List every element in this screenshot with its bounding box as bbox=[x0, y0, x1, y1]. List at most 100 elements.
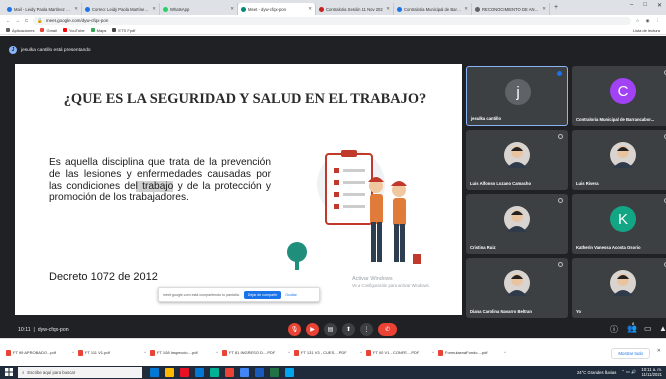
taskbar-app-icon[interactable] bbox=[195, 368, 204, 377]
url-input[interactable]: 🔒 meet.google.com/dyw-cfqx-pon bbox=[33, 16, 631, 25]
participant-avatar: C bbox=[610, 78, 636, 104]
download-filename: FT 81 INGRESO D....PDF bbox=[229, 350, 276, 355]
pdf-file-icon bbox=[438, 349, 443, 356]
presenter-banner: J jesulka cantillo está presentando bbox=[9, 44, 91, 56]
taskbar-app-icon[interactable] bbox=[210, 368, 219, 377]
chevron-up-icon[interactable]: ^ bbox=[504, 350, 506, 355]
tab-6[interactable]: RECONOCIMIENTO DE ANTEC ✕ bbox=[472, 3, 550, 15]
participant-tile[interactable]: C Contraloria Municipal de Barrancabor... bbox=[572, 66, 666, 126]
tab-1[interactable]: Correo: Leidy Paola Martínez B ✕ bbox=[82, 3, 160, 15]
tile-mic-icon bbox=[558, 134, 563, 139]
tab-5[interactable]: Contraloria Municipal de Barran ✕ bbox=[394, 3, 472, 15]
back-icon[interactable]: ← bbox=[6, 18, 11, 23]
weather-status[interactable]: 24°C Grandes lluvias bbox=[577, 370, 616, 375]
taskbar-app-icon[interactable] bbox=[180, 368, 189, 377]
close-tab-icon[interactable]: ✕ bbox=[386, 6, 390, 12]
taskbar-app-icon[interactable] bbox=[225, 368, 234, 377]
participant-name: Cristina Ruiz bbox=[470, 245, 496, 250]
info-icon[interactable]: ⓘ bbox=[610, 324, 618, 335]
clock[interactable]: 10:11 a. m. 11/11/2021 bbox=[641, 367, 662, 377]
activities-icon[interactable]: ▲ bbox=[659, 324, 666, 333]
download-item[interactable]: FT 131 V3 - CUES....PDF ^ bbox=[294, 349, 362, 356]
taskbar-app-icon[interactable] bbox=[270, 368, 279, 377]
profile-icon[interactable]: ◉ bbox=[646, 18, 650, 24]
bookmark-item[interactable]: Maps bbox=[90, 28, 106, 33]
participant-tile[interactable]: Luis Alfonso Lozano Camacho bbox=[466, 130, 568, 190]
chat-icon[interactable]: ▭ bbox=[644, 324, 652, 333]
browser-menu-icon[interactable]: ⋮ bbox=[656, 18, 661, 24]
close-tab-icon[interactable]: ✕ bbox=[464, 6, 468, 12]
participant-tile[interactable]: Cristina Ruiz bbox=[466, 194, 568, 254]
close-tab-icon[interactable]: ✕ bbox=[152, 6, 156, 12]
search-placeholder: Escribe aquí para buscar bbox=[27, 370, 76, 375]
reload-icon[interactable]: C bbox=[25, 18, 28, 23]
taskbar-app-icon[interactable] bbox=[255, 368, 264, 377]
download-item[interactable]: FT 99 APROBADO...pdf ^ bbox=[6, 349, 74, 356]
camera-off-icon[interactable]: ▶ bbox=[306, 323, 319, 336]
meeting-time: 10:11 bbox=[18, 326, 31, 333]
windows-start-icon[interactable] bbox=[5, 368, 13, 376]
chevron-up-icon[interactable]: ^ bbox=[432, 350, 434, 355]
download-item[interactable]: FT 00 V1 - CONFE....PDF ^ bbox=[366, 349, 434, 356]
participant-tile[interactable]: j jesulka cantillo bbox=[466, 66, 568, 126]
people-count-badge: 8 bbox=[632, 321, 635, 326]
reading-list-link[interactable]: Lista de lectura bbox=[633, 28, 660, 33]
safety-illustration bbox=[287, 150, 421, 270]
hide-share-notice-button[interactable]: Ocultar bbox=[285, 293, 297, 297]
close-tab-icon[interactable]: ✕ bbox=[230, 6, 234, 12]
participant-tile[interactable]: Luis Rivera bbox=[572, 130, 666, 190]
taskbar-app-icon[interactable] bbox=[150, 368, 159, 377]
download-item[interactable]: FT 81 INGRESO D....PDF ^ bbox=[222, 349, 290, 356]
tab-4[interactable]: Contraloria Sesión 11 Nov 202 ✕ bbox=[316, 3, 394, 15]
maximize-button[interactable]: □ bbox=[643, 2, 647, 9]
close-window-button[interactable]: ✕ bbox=[657, 2, 662, 9]
participant-tile[interactable]: K Katherin Vanessa Acosta Osorio bbox=[572, 194, 666, 254]
stop-sharing-button[interactable]: Dejar de compartir bbox=[243, 290, 282, 299]
close-tab-icon[interactable]: ✕ bbox=[308, 6, 312, 12]
tile-mic-icon bbox=[558, 262, 563, 267]
download-item[interactable]: FT 108 Inspeccio....pdf ^ bbox=[150, 349, 218, 356]
bookmark-star-icon[interactable]: ☆ bbox=[636, 18, 640, 24]
share-notice-text: meet.google.com está compartiendo tu pan… bbox=[163, 292, 240, 297]
bookmark-item[interactable]: YouTube bbox=[62, 28, 85, 33]
mic-off-icon[interactable]: 🎙 bbox=[288, 323, 301, 336]
tray-icons[interactable]: ⌃ ▭ 🔊 bbox=[621, 369, 636, 375]
new-tab-button[interactable]: + bbox=[550, 4, 562, 11]
participant-tile[interactable]: Yo bbox=[572, 258, 666, 318]
tab-0[interactable]: Mail - Leidy Paola Martínez Bar ✕ bbox=[4, 3, 82, 15]
minimize-button[interactable]: – bbox=[630, 2, 633, 9]
participant-tile[interactable]: Diana Carolina Navarro Beltran bbox=[466, 258, 568, 318]
present-icon[interactable]: ⬆ bbox=[342, 323, 355, 336]
close-downloads-icon[interactable]: ✕ bbox=[657, 348, 661, 354]
chevron-up-icon[interactable]: ^ bbox=[288, 350, 290, 355]
close-tab-icon[interactable]: ✕ bbox=[74, 6, 78, 12]
pdf-file-icon bbox=[222, 349, 227, 356]
bookmark-item[interactable]: ETS Fpdf bbox=[112, 28, 135, 33]
taskbar-app-icon[interactable] bbox=[285, 368, 294, 377]
bookmark-item[interactable]: Aplicaciones bbox=[6, 28, 34, 33]
chevron-up-icon[interactable]: ^ bbox=[360, 350, 362, 355]
taskbar-app-icon[interactable] bbox=[165, 368, 174, 377]
download-list: FT 99 APROBADO...pdf ^ FT 111 V1.pdf ^ FT 10… bbox=[6, 349, 506, 356]
taskbar-search-input[interactable]: ⌕ Escribe aquí para buscar bbox=[18, 367, 142, 378]
download-item[interactable]: FT 111 V1.pdf ^ bbox=[78, 349, 146, 356]
tab-3[interactable]: Meet - dyw-cfqx-pon ✕ bbox=[238, 3, 316, 15]
show-all-downloads-button[interactable]: Mostrar todo bbox=[611, 348, 650, 359]
participant-name: jesulka cantillo bbox=[471, 116, 502, 121]
bookmark-item[interactable]: Gmail bbox=[40, 28, 57, 33]
more-icon[interactable]: ⋮ bbox=[360, 323, 373, 336]
participant-photo bbox=[504, 142, 530, 168]
bookmark-icon bbox=[62, 28, 67, 32]
taskbar-app-icon[interactable] bbox=[240, 368, 249, 377]
chevron-up-icon[interactable]: ^ bbox=[144, 350, 146, 355]
end-call-icon[interactable]: ✆ bbox=[378, 323, 397, 336]
captions-icon[interactable]: ▤ bbox=[324, 323, 337, 336]
screen-share-notification: meet.google.com está compartiendo tu pan… bbox=[158, 287, 320, 302]
download-item[interactable]: FormulaxnaFondo....pdf ^ bbox=[438, 349, 506, 356]
tab-2[interactable]: WhatsApp ✕ bbox=[160, 3, 238, 15]
forward-icon[interactable]: → bbox=[16, 18, 21, 23]
chevron-up-icon[interactable]: ^ bbox=[72, 350, 74, 355]
chevron-up-icon[interactable]: ^ bbox=[216, 350, 218, 355]
close-tab-icon[interactable]: ✕ bbox=[542, 6, 546, 12]
presenter-text: jesulka cantillo está presentando bbox=[21, 47, 91, 53]
